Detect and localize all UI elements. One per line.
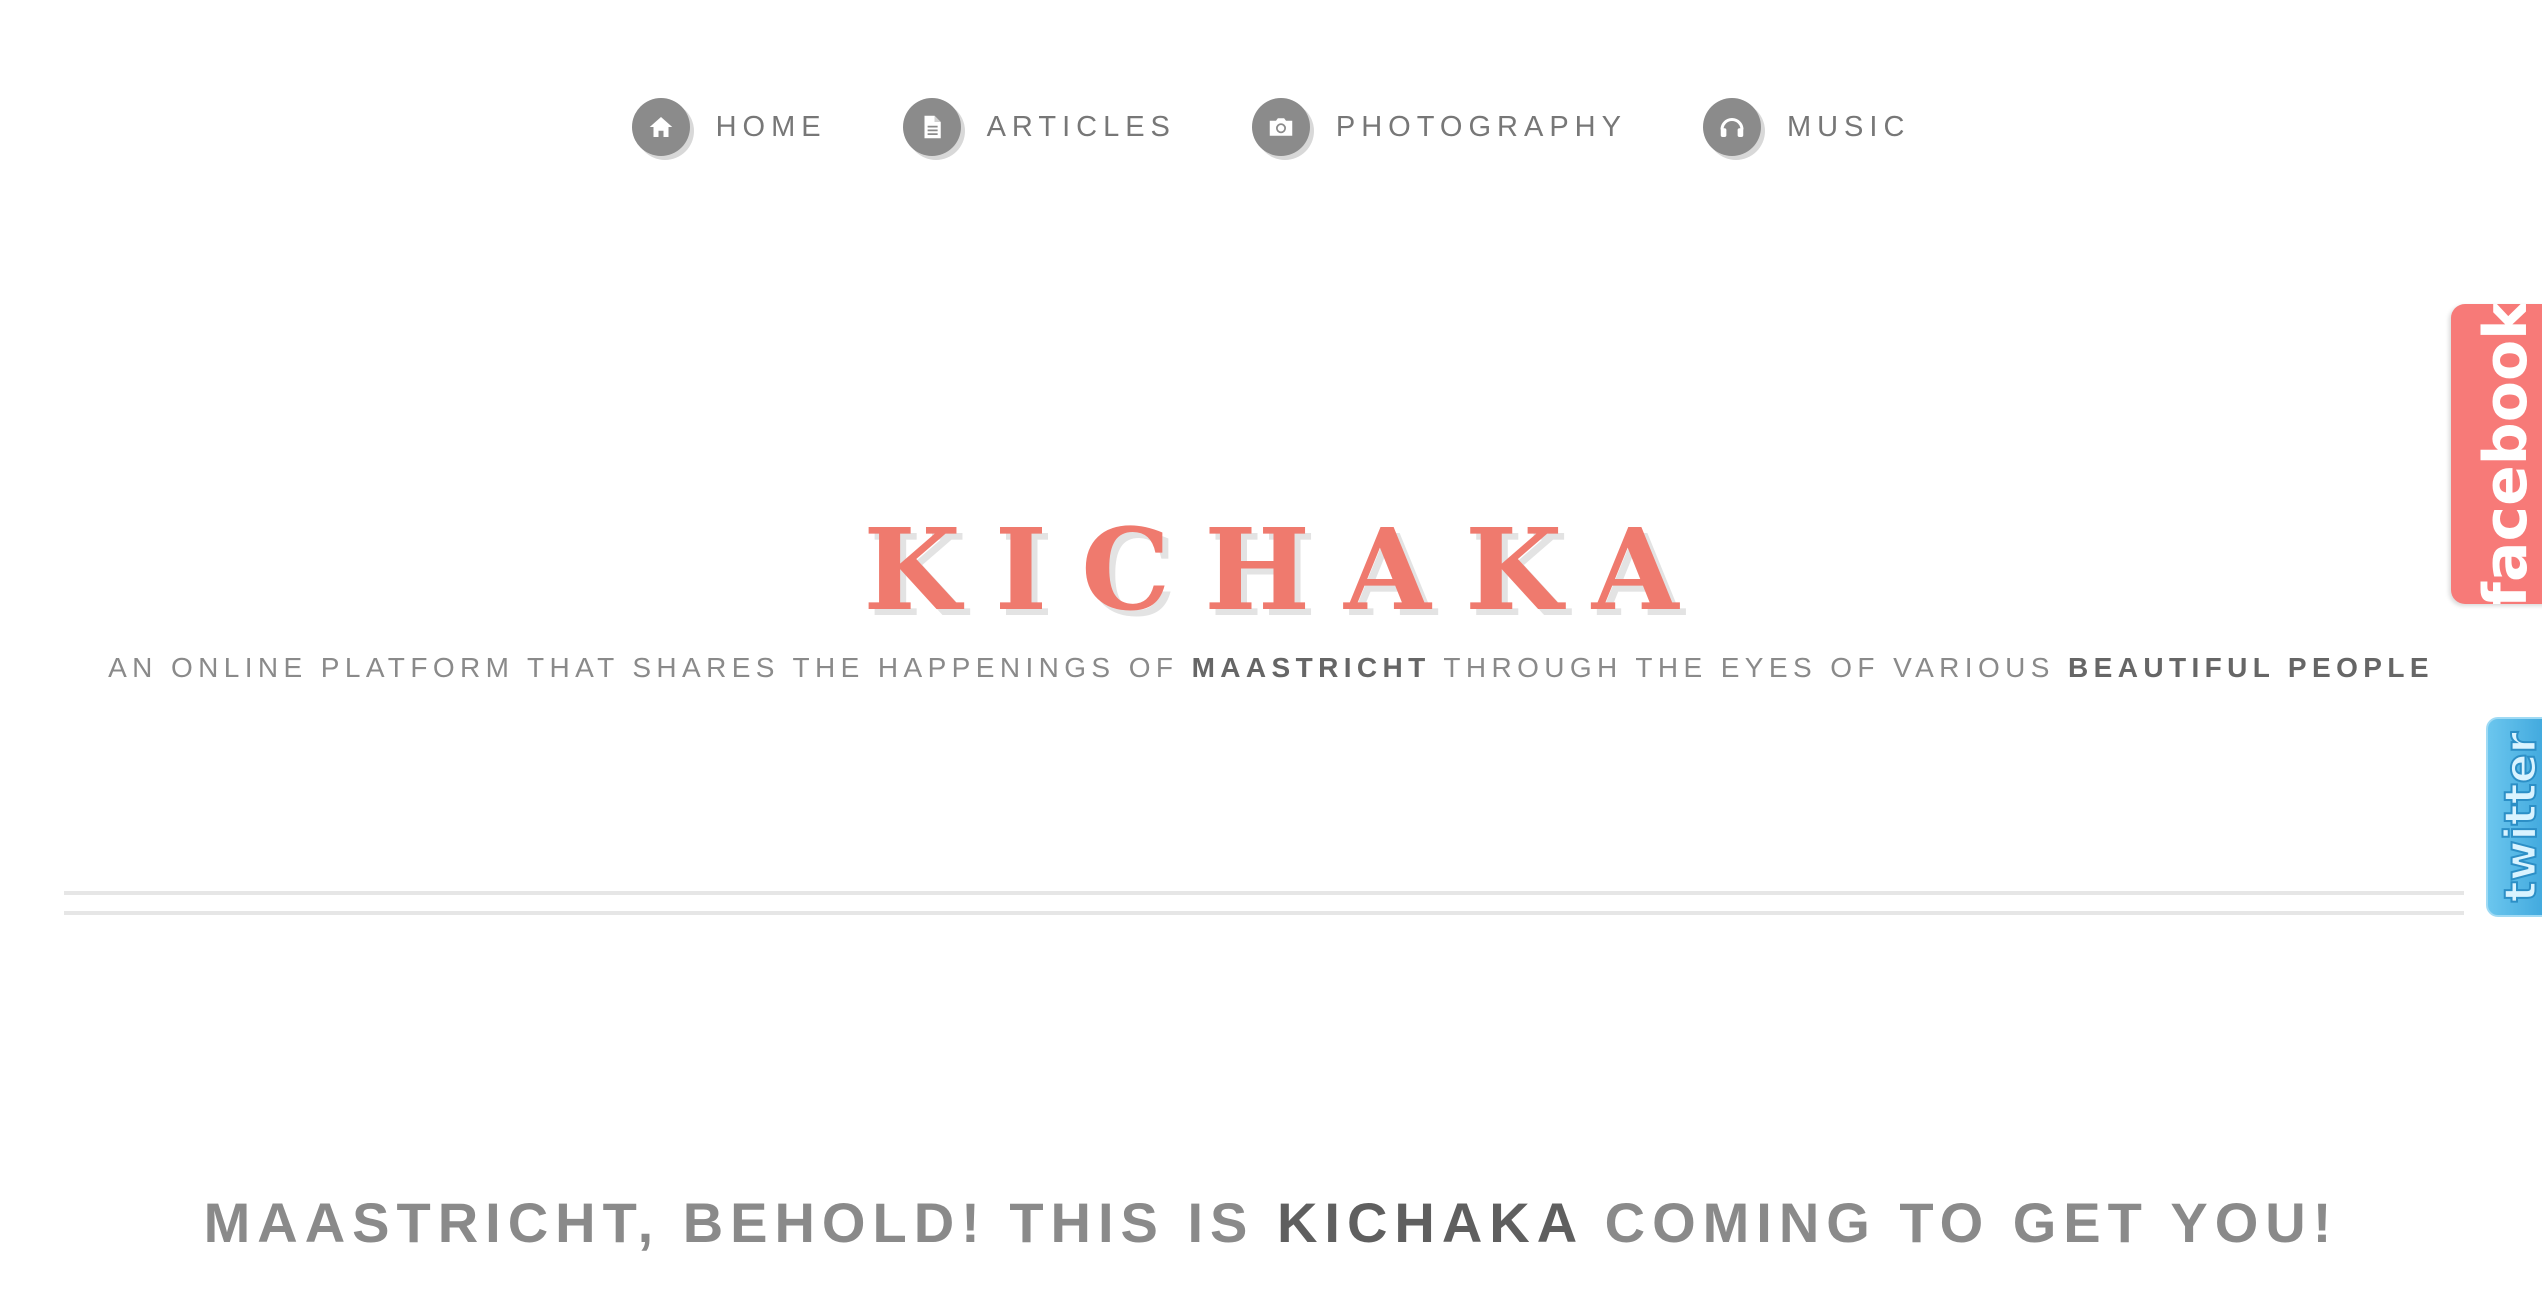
tagline-highlight-city: MAASTRICHT [1191, 652, 1431, 683]
tagline: AN ONLINE PLATFORM THAT SHARES THE HAPPE… [0, 652, 2542, 684]
tagline-highlight-people: BEAUTIFUL PEOPLE [2068, 652, 2434, 683]
home-icon [631, 98, 690, 156]
nav-label-photography: PHOTOGRAPHY [1335, 110, 1627, 143]
twitter-label: twitter [2495, 731, 2542, 903]
facebook-tab[interactable]: facebook [2451, 304, 2542, 604]
nav-label-home: HOME [715, 110, 827, 143]
headline-text-2: COMING TO GET YOU! [1582, 1191, 2339, 1255]
site-title: KICHAKA [863, 505, 1713, 637]
headline-highlight: KICHAKA [1276, 1191, 1583, 1255]
headline-text-1: MAASTRICHT, BEHOLD! THIS IS [203, 1191, 1277, 1255]
camera-icon [1251, 98, 1310, 156]
twitter-tab[interactable]: twitter [2486, 717, 2542, 917]
facebook-label: facebook [2471, 304, 2541, 604]
headline: MAASTRICHT, BEHOLD! THIS IS KICHAKA COMI… [0, 1190, 2542, 1255]
nav-item-home[interactable]: HOME [631, 98, 827, 156]
nav-item-music[interactable]: MUSIC [1702, 98, 1911, 156]
nav-item-articles[interactable]: ARTICLES [902, 98, 1176, 156]
divider-top [64, 891, 2464, 895]
nav-label-articles: ARTICLES [986, 110, 1176, 143]
document-icon [902, 98, 961, 156]
nav-label-music: MUSIC [1786, 110, 1911, 143]
nav-item-photography[interactable]: PHOTOGRAPHY [1251, 98, 1627, 156]
page: HOME ARTICLES PHOTOGRAPHY MUSIC KICHAKA … [0, 0, 2542, 1292]
tagline-text-1: AN ONLINE PLATFORM THAT SHARES THE HAPPE… [108, 652, 1192, 683]
headphones-icon [1702, 98, 1761, 156]
main-nav: HOME ARTICLES PHOTOGRAPHY MUSIC [0, 98, 2542, 156]
tagline-text-2: THROUGH THE EYES OF VARIOUS [1430, 652, 2069, 683]
divider-bottom [64, 911, 2464, 915]
